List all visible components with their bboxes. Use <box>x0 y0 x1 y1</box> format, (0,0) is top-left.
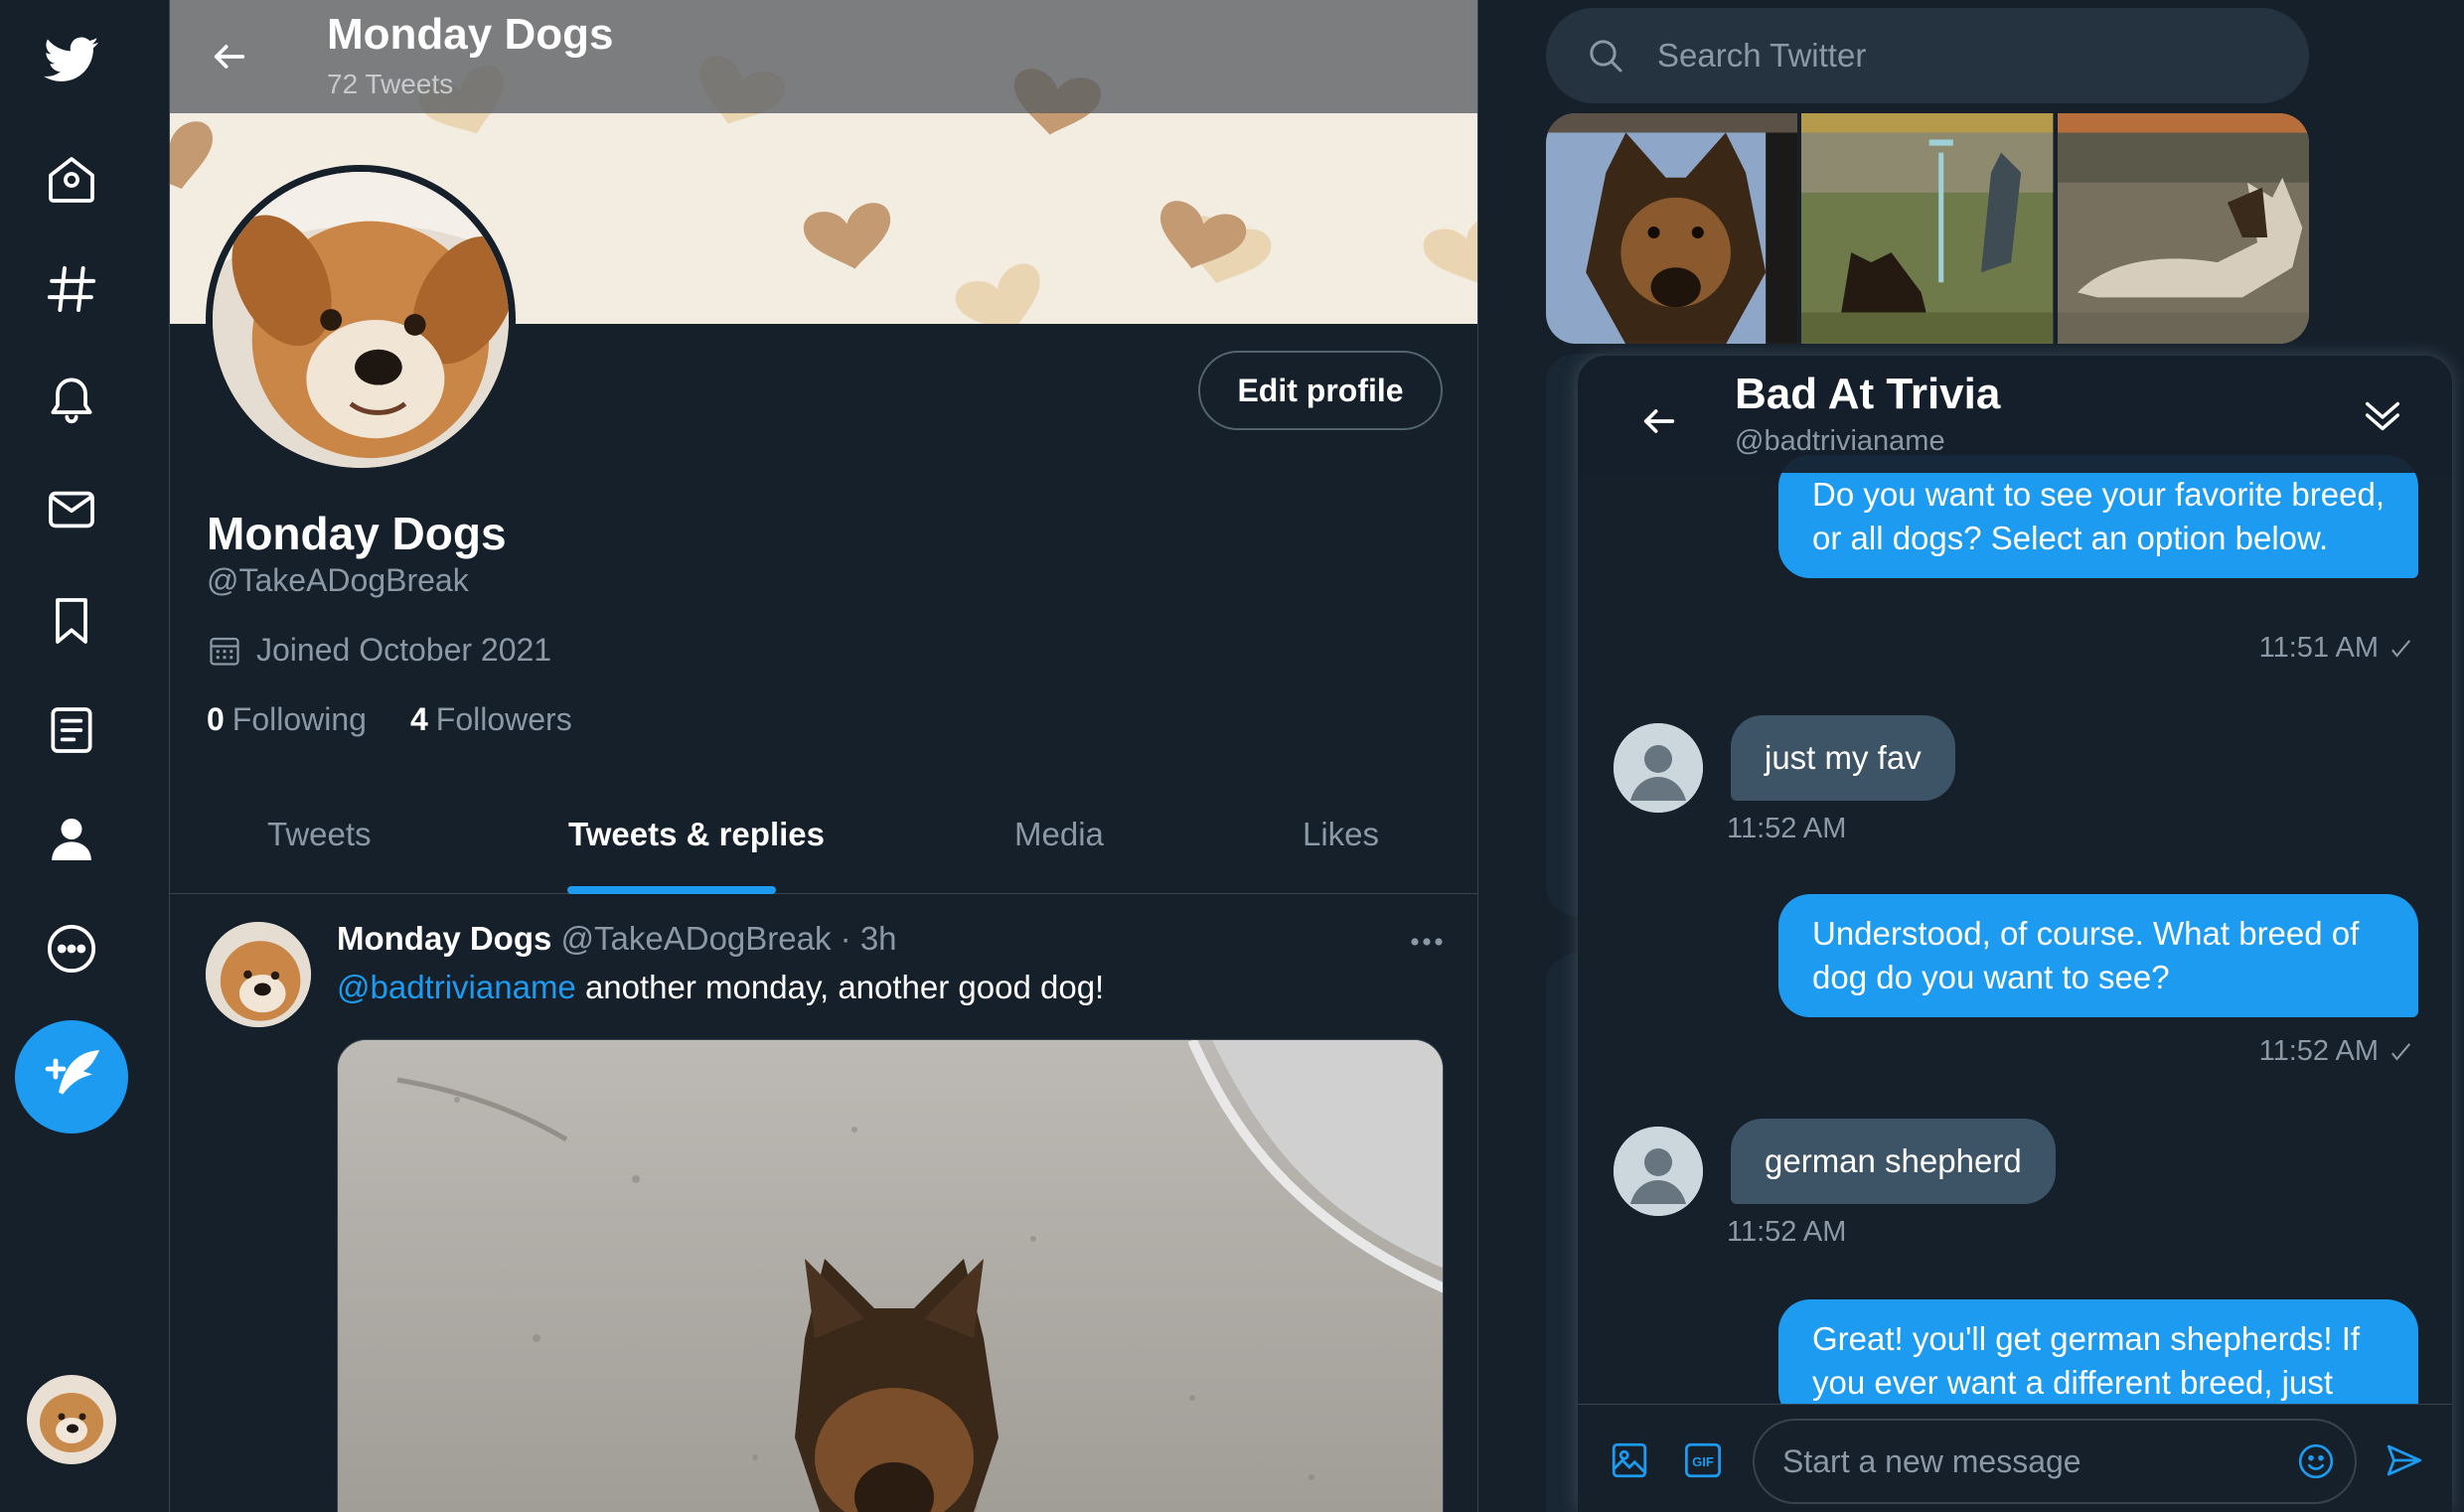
edit-profile-button[interactable]: Edit profile <box>1198 351 1443 430</box>
notifications-bell-icon[interactable] <box>39 366 104 431</box>
collapse-drawer-button[interactable] <box>2353 385 2412 445</box>
followers-count: 4 <box>409 701 428 737</box>
bookmark-icon[interactable] <box>39 588 104 654</box>
attach-image-button[interactable] <box>1602 1433 1657 1488</box>
gif-icon: GIF <box>1684 1442 1722 1478</box>
checkmark-icon <box>2391 639 2411 658</box>
header-title: Monday Dogs <box>327 10 614 59</box>
media-thumbnail[interactable] <box>1546 113 1798 344</box>
tweet-mention-link[interactable]: @badtrivianame <box>337 969 576 1005</box>
profile-header-bar: Monday Dogs 72 Tweets <box>170 0 1477 113</box>
explore-hashtag-icon[interactable] <box>39 256 104 322</box>
followers-label: Followers <box>435 701 572 737</box>
tweet-text: @badtrivianame another monday, another g… <box>337 969 1104 1006</box>
message-bubble-received: just my fav <box>1731 715 1955 801</box>
tweet-author-avatar[interactable] <box>206 922 311 1027</box>
following-count: 0 <box>207 701 225 737</box>
twitter-logo-icon[interactable] <box>39 27 104 92</box>
profile-handle: @TakeADogBreak <box>207 562 469 598</box>
tweet-photo[interactable] <box>337 1039 1444 1512</box>
message-bubble-sent: Do you want to see your favorite breed, … <box>1778 455 2418 578</box>
joined-date: Joined October 2021 <box>207 632 551 669</box>
profile-avatar[interactable] <box>206 165 516 475</box>
message-drawer: Do you want to see your favorite breed, … <box>1578 356 2452 1512</box>
attach-gif-button[interactable]: GIF <box>1675 1433 1731 1488</box>
tweet-count: 72 Tweets <box>327 69 454 99</box>
tweet-body: another monday, another good dog! <box>575 969 1105 1005</box>
joined-label: Joined October 2021 <box>256 632 552 668</box>
more-horizontal-icon <box>1411 938 1443 946</box>
contact-avatar[interactable] <box>1614 723 1703 813</box>
media-thumbnail[interactable] <box>2057 113 2309 344</box>
message-composer: GIF <box>1578 1404 2452 1512</box>
arrow-left-icon <box>214 45 245 69</box>
message-time: 11:51 AM <box>2258 632 2379 664</box>
followers-link[interactable]: 4 Followers <box>410 701 572 738</box>
account-avatar[interactable] <box>27 1375 116 1464</box>
left-navigation <box>0 0 169 1512</box>
conversation-messages: Do you want to see your favorite breed, … <box>1578 356 2452 1404</box>
checkmark-icon <box>2391 1042 2411 1061</box>
profile-tabs: Tweets Tweets & replies Media Likes <box>170 775 1477 894</box>
message-timestamp: 11:52 AM <box>2259 1035 2414 1068</box>
message-bubble-sent: Understood, of course. What breed of dog… <box>1778 894 2418 1017</box>
double-chevron-down-icon <box>2365 401 2400 431</box>
calendar-icon <box>210 637 239 666</box>
emoji-button[interactable] <box>2293 1438 2339 1484</box>
emoji-smile-icon <box>2298 1443 2334 1479</box>
gif-label: GIF <box>1692 1454 1714 1469</box>
contact-avatar[interactable] <box>1614 1127 1703 1216</box>
conversation-header: Bad At Trivia @badtrivianame <box>1578 356 2452 473</box>
search-input[interactable] <box>1657 37 2253 75</box>
conversation-name: Bad At Trivia <box>1735 370 2001 418</box>
profile-column: Monday Dogs 72 Tweets Edit profile Monda… <box>169 0 1478 1512</box>
search-bar[interactable] <box>1546 8 2309 103</box>
message-time: 11:52 AM <box>1727 1216 1847 1248</box>
message-input[interactable] <box>1782 1442 2279 1480</box>
tweet-header: Monday Dogs @TakeADogBreak · 3h <box>337 920 897 958</box>
tab-likes[interactable]: Likes <box>1303 775 1379 894</box>
message-time: 11:52 AM <box>1727 813 1847 844</box>
compose-tweet-icon <box>45 1049 100 1095</box>
dm-back-button[interactable] <box>1629 391 1689 451</box>
compose-tweet-button[interactable] <box>15 1020 128 1134</box>
message-time: 11:52 AM <box>2258 1035 2379 1067</box>
tweet-item[interactable]: Monday Dogs @TakeADogBreak · 3h @badtriv… <box>170 894 1477 1512</box>
message-input-container <box>1753 1419 2357 1504</box>
arrow-left-icon <box>1643 409 1675 433</box>
active-tab-indicator <box>567 886 776 894</box>
lists-icon[interactable] <box>39 697 104 763</box>
conversation-handle: @badtrivianame <box>1735 425 1945 457</box>
follow-stats: 0 Following 4 Followers <box>207 701 572 738</box>
send-icon <box>2387 1444 2422 1476</box>
message-bubble-received: german shepherd <box>1731 1119 2056 1204</box>
tweet-author-handle[interactable]: @TakeADogBreak <box>561 920 832 957</box>
home-icon[interactable] <box>39 147 104 213</box>
tweet-author-name[interactable]: Monday Dogs <box>337 920 551 957</box>
image-icon <box>1612 1442 1647 1478</box>
more-circle-icon[interactable] <box>39 916 104 982</box>
tab-tweets-and-replies[interactable]: Tweets & replies <box>568 775 825 894</box>
tweet-separator: · <box>840 920 851 957</box>
tab-tweets[interactable]: Tweets <box>267 775 372 894</box>
send-message-button[interactable] <box>2377 1433 2432 1488</box>
search-icon <box>1590 40 1622 73</box>
tab-media[interactable]: Media <box>1014 775 1104 894</box>
tweet-time[interactable]: 3h <box>860 920 897 957</box>
messages-envelope-icon[interactable] <box>39 477 104 542</box>
following-label: Following <box>231 701 367 737</box>
message-timestamp: 11:51 AM <box>2259 632 2414 665</box>
message-bubble-sent: Great! you'll get german shepherds! If y… <box>1778 1299 2418 1404</box>
back-button[interactable] <box>200 27 259 86</box>
profile-person-icon[interactable] <box>39 807 104 872</box>
media-thumbnail[interactable] <box>1801 113 2054 344</box>
following-link[interactable]: 0 Following <box>207 701 367 738</box>
profile-media-grid <box>1546 113 2309 344</box>
profile-name: Monday Dogs <box>207 508 507 559</box>
tweet-more-button[interactable] <box>1402 922 1452 962</box>
